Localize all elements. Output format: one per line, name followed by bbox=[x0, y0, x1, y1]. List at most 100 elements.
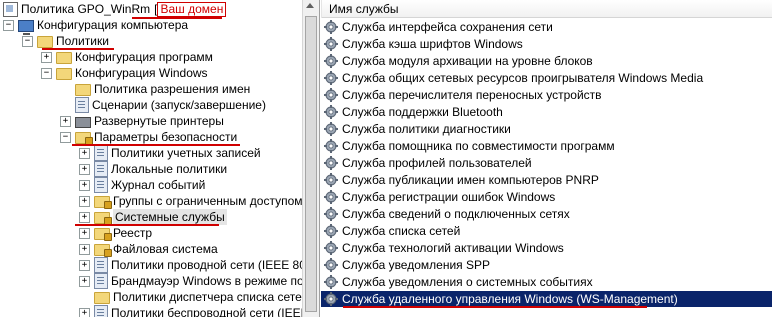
tree-item-label: Локальные политики bbox=[111, 162, 228, 176]
monitor-icon bbox=[18, 19, 34, 35]
tree-root[interactable]: Политика GPO_WinRm [ Ваш домен bbox=[3, 1, 227, 17]
service-name: Служба уведомления SPP bbox=[342, 258, 490, 272]
service-name: Служба помощника по совместимости програ… bbox=[342, 139, 615, 153]
tree-item[interactable]: + Политики учетных записей bbox=[79, 145, 261, 161]
collapse-icon[interactable]: − bbox=[3, 19, 14, 31]
tree-item[interactable]: + Конфигурация программ bbox=[41, 49, 213, 65]
tree-root-label: Политика GPO_WinRm bbox=[21, 2, 151, 16]
service-gear-icon bbox=[324, 37, 338, 51]
tree-item[interactable]: + Политики проводной сети (IEEE 802 bbox=[79, 257, 302, 273]
tree-item-label: Реестр bbox=[113, 226, 152, 240]
tree-item[interactable]: + Журнал событий bbox=[79, 177, 205, 193]
tree-item[interactable]: − Политики bbox=[22, 33, 109, 49]
list-item[interactable]: Служба сведений о подключенных сетях bbox=[321, 206, 772, 222]
expand-icon[interactable]: + bbox=[79, 147, 90, 159]
service-name: Служба списка сетей bbox=[342, 224, 461, 238]
list-item[interactable]: Служба интерфейса сохранения сети bbox=[321, 19, 772, 35]
tree-item[interactable]: + Файловая система bbox=[79, 241, 218, 257]
service-gear-icon bbox=[324, 88, 338, 102]
scroll-up-icon[interactable] bbox=[306, 3, 314, 8]
expand-icon[interactable]: + bbox=[79, 259, 90, 271]
tree-item[interactable]: − Параметры безопасности bbox=[60, 129, 237, 145]
tree-item-label: Группы с ограниченным доступом bbox=[113, 194, 302, 208]
service-gear-icon bbox=[324, 105, 338, 119]
service-name: Служба перечислителя переносных устройст… bbox=[342, 88, 602, 102]
tree-item[interactable]: + Брандмауэр Windows в режиме повы bbox=[79, 273, 302, 289]
printer-icon bbox=[75, 117, 91, 128]
collapse-icon[interactable]: − bbox=[60, 131, 71, 143]
tree-item[interactable]: Сценарии (запуск/завершение) bbox=[60, 97, 266, 113]
list-item[interactable]: Служба уведомления SPP bbox=[321, 257, 772, 273]
expand-icon[interactable]: + bbox=[79, 195, 90, 207]
service-gear-icon bbox=[324, 20, 338, 34]
tree-item[interactable]: − Конфигурация Windows bbox=[41, 65, 208, 81]
list-item[interactable]: Служба регистрации ошибок Windows bbox=[321, 189, 772, 205]
scroll-thumb[interactable] bbox=[305, 16, 317, 312]
doc-icon bbox=[94, 145, 108, 161]
service-gear-icon bbox=[324, 71, 338, 85]
folder-lock-icon bbox=[94, 244, 112, 257]
tree-item-label: Политики учетных записей bbox=[111, 146, 261, 160]
tree-item-label: Файловая система bbox=[113, 242, 218, 256]
list-item[interactable]: Служба технологий активации Windows bbox=[321, 240, 772, 256]
list-item[interactable]: Служба публикации имен компьютеров PNRP bbox=[321, 172, 772, 188]
expand-icon[interactable]: + bbox=[79, 243, 90, 255]
folder-lock-icon bbox=[94, 196, 112, 209]
domain-annotation: Ваш домен bbox=[157, 1, 227, 17]
list-item[interactable]: Служба политики диагностики bbox=[321, 121, 772, 137]
tree-item-label: Политика разрешения имен bbox=[94, 82, 251, 96]
folder-lock-icon bbox=[94, 228, 112, 241]
tree-item[interactable]: + Реестр bbox=[79, 225, 152, 241]
tree-item-label: Параметры безопасности bbox=[94, 130, 238, 144]
folder-icon bbox=[75, 84, 91, 96]
service-name: Служба технологий активации Windows bbox=[342, 241, 564, 255]
collapse-icon[interactable]: − bbox=[41, 67, 52, 79]
tree-item[interactable]: + Развернутые принтеры bbox=[60, 113, 224, 129]
expand-icon[interactable]: + bbox=[79, 307, 90, 317]
tree-item[interactable]: + Группы с ограниченным доступом bbox=[79, 193, 302, 209]
tree-item[interactable]: Политики диспетчера списка сетей bbox=[79, 289, 302, 305]
list-item-selected[interactable]: Служба удаленного управления Windows (WS… bbox=[321, 291, 772, 307]
expand-icon[interactable]: + bbox=[79, 275, 90, 287]
expand-icon[interactable]: + bbox=[60, 115, 71, 127]
list-item[interactable]: Служба перечислителя переносных устройст… bbox=[321, 87, 772, 103]
tree-item[interactable]: + Локальные политики bbox=[79, 161, 227, 177]
annotation-underline-security bbox=[72, 144, 240, 146]
list-item[interactable]: Служба кэша шрифтов Windows bbox=[321, 36, 772, 52]
doc-icon bbox=[94, 305, 108, 317]
service-name: Служба регистрации ошибок Windows bbox=[342, 190, 556, 204]
column-header-service-name[interactable]: Имя службы bbox=[321, 0, 772, 18]
list-item[interactable]: Служба модуля архивации на уровне блоков bbox=[321, 53, 772, 69]
expand-icon[interactable]: + bbox=[79, 211, 90, 223]
tree-item[interactable]: + Системные службы bbox=[79, 209, 227, 225]
tree-item-label: Развернутые принтеры bbox=[94, 114, 224, 128]
annotation-underline-winrm bbox=[343, 306, 647, 308]
tree-item-label: Сценарии (запуск/завершение) bbox=[92, 98, 266, 112]
service-name: Служба поддержки Bluetooth bbox=[342, 105, 503, 119]
list-item[interactable]: Служба уведомления о системных событиях bbox=[321, 274, 772, 290]
list-item[interactable]: Служба профилей пользователей bbox=[321, 155, 772, 171]
tree-scrollbar[interactable] bbox=[302, 0, 320, 317]
service-gear-icon bbox=[324, 292, 338, 306]
list-item[interactable]: Служба списка сетей bbox=[321, 223, 772, 239]
folder-icon bbox=[94, 292, 110, 304]
tree-item[interactable]: Политика разрешения имен bbox=[60, 81, 250, 97]
list-item[interactable]: Служба помощника по совместимости програ… bbox=[321, 138, 772, 154]
expand-icon[interactable]: + bbox=[79, 227, 90, 239]
expand-icon[interactable]: + bbox=[41, 51, 52, 63]
tree-item-label: Конфигурация программ bbox=[75, 50, 213, 64]
service-gear-icon bbox=[324, 207, 338, 221]
list-item[interactable]: Служба поддержки Bluetooth bbox=[321, 104, 772, 120]
service-name: Служба удаленного управления Windows (WS… bbox=[342, 292, 678, 306]
tree-item[interactable]: + Политики беспроводной сети (IEEE bbox=[79, 305, 302, 317]
expand-icon[interactable]: + bbox=[79, 179, 90, 191]
tree-item[interactable]: − Конфигурация компьютера bbox=[3, 17, 188, 35]
service-name: Служба уведомления о системных событиях bbox=[342, 275, 593, 289]
tree-item-label: Журнал событий bbox=[111, 178, 206, 192]
service-name: Служба политики диагностики bbox=[342, 122, 511, 136]
expand-icon[interactable]: + bbox=[79, 163, 90, 175]
collapse-icon[interactable]: − bbox=[22, 35, 33, 47]
list-item[interactable]: Служба общих сетевых ресурсов проигрыват… bbox=[321, 70, 772, 86]
doc-icon bbox=[75, 97, 89, 113]
doc-icon bbox=[94, 273, 108, 289]
